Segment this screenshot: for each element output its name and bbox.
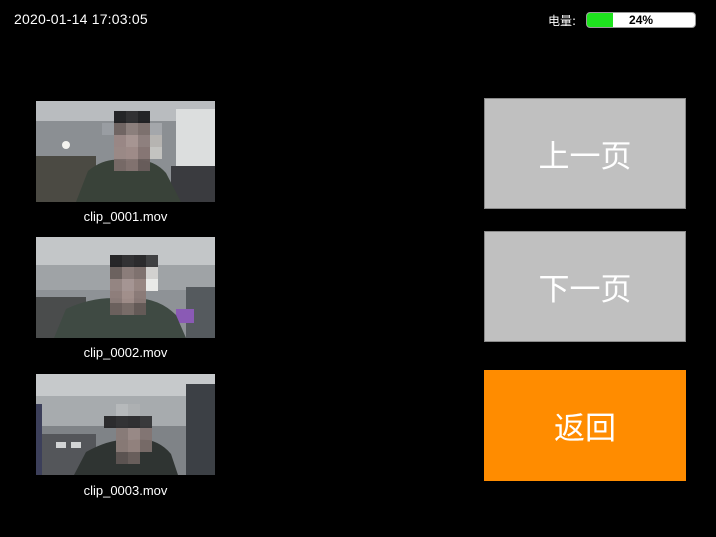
battery-icon: 24% <box>586 12 697 28</box>
datetime-display: 2020-01-14 17:03:05 <box>14 11 148 27</box>
clip-filename: clip_0002.mov <box>83 345 168 360</box>
video-thumbnail[interactable] <box>36 237 215 338</box>
battery-label: 电量: <box>548 13 577 28</box>
prev-page-button[interactable]: 上一页 <box>484 98 686 209</box>
clip-filename: clip_0003.mov <box>83 483 168 498</box>
clip-item[interactable]: clip_0001.mov <box>36 101 215 224</box>
battery-percent: 24% <box>629 13 654 27</box>
clip-item[interactable]: clip_0002.mov <box>36 237 215 360</box>
video-thumbnail[interactable] <box>36 101 215 202</box>
clip-item[interactable]: clip_0003.mov <box>36 374 215 498</box>
clip-filename: clip_0001.mov <box>83 209 168 224</box>
next-page-button[interactable]: 下一页 <box>484 231 686 342</box>
video-thumbnail[interactable] <box>36 374 215 475</box>
back-button[interactable]: 返回 <box>484 370 686 481</box>
battery-indicator: 电量: 24% <box>548 10 697 30</box>
